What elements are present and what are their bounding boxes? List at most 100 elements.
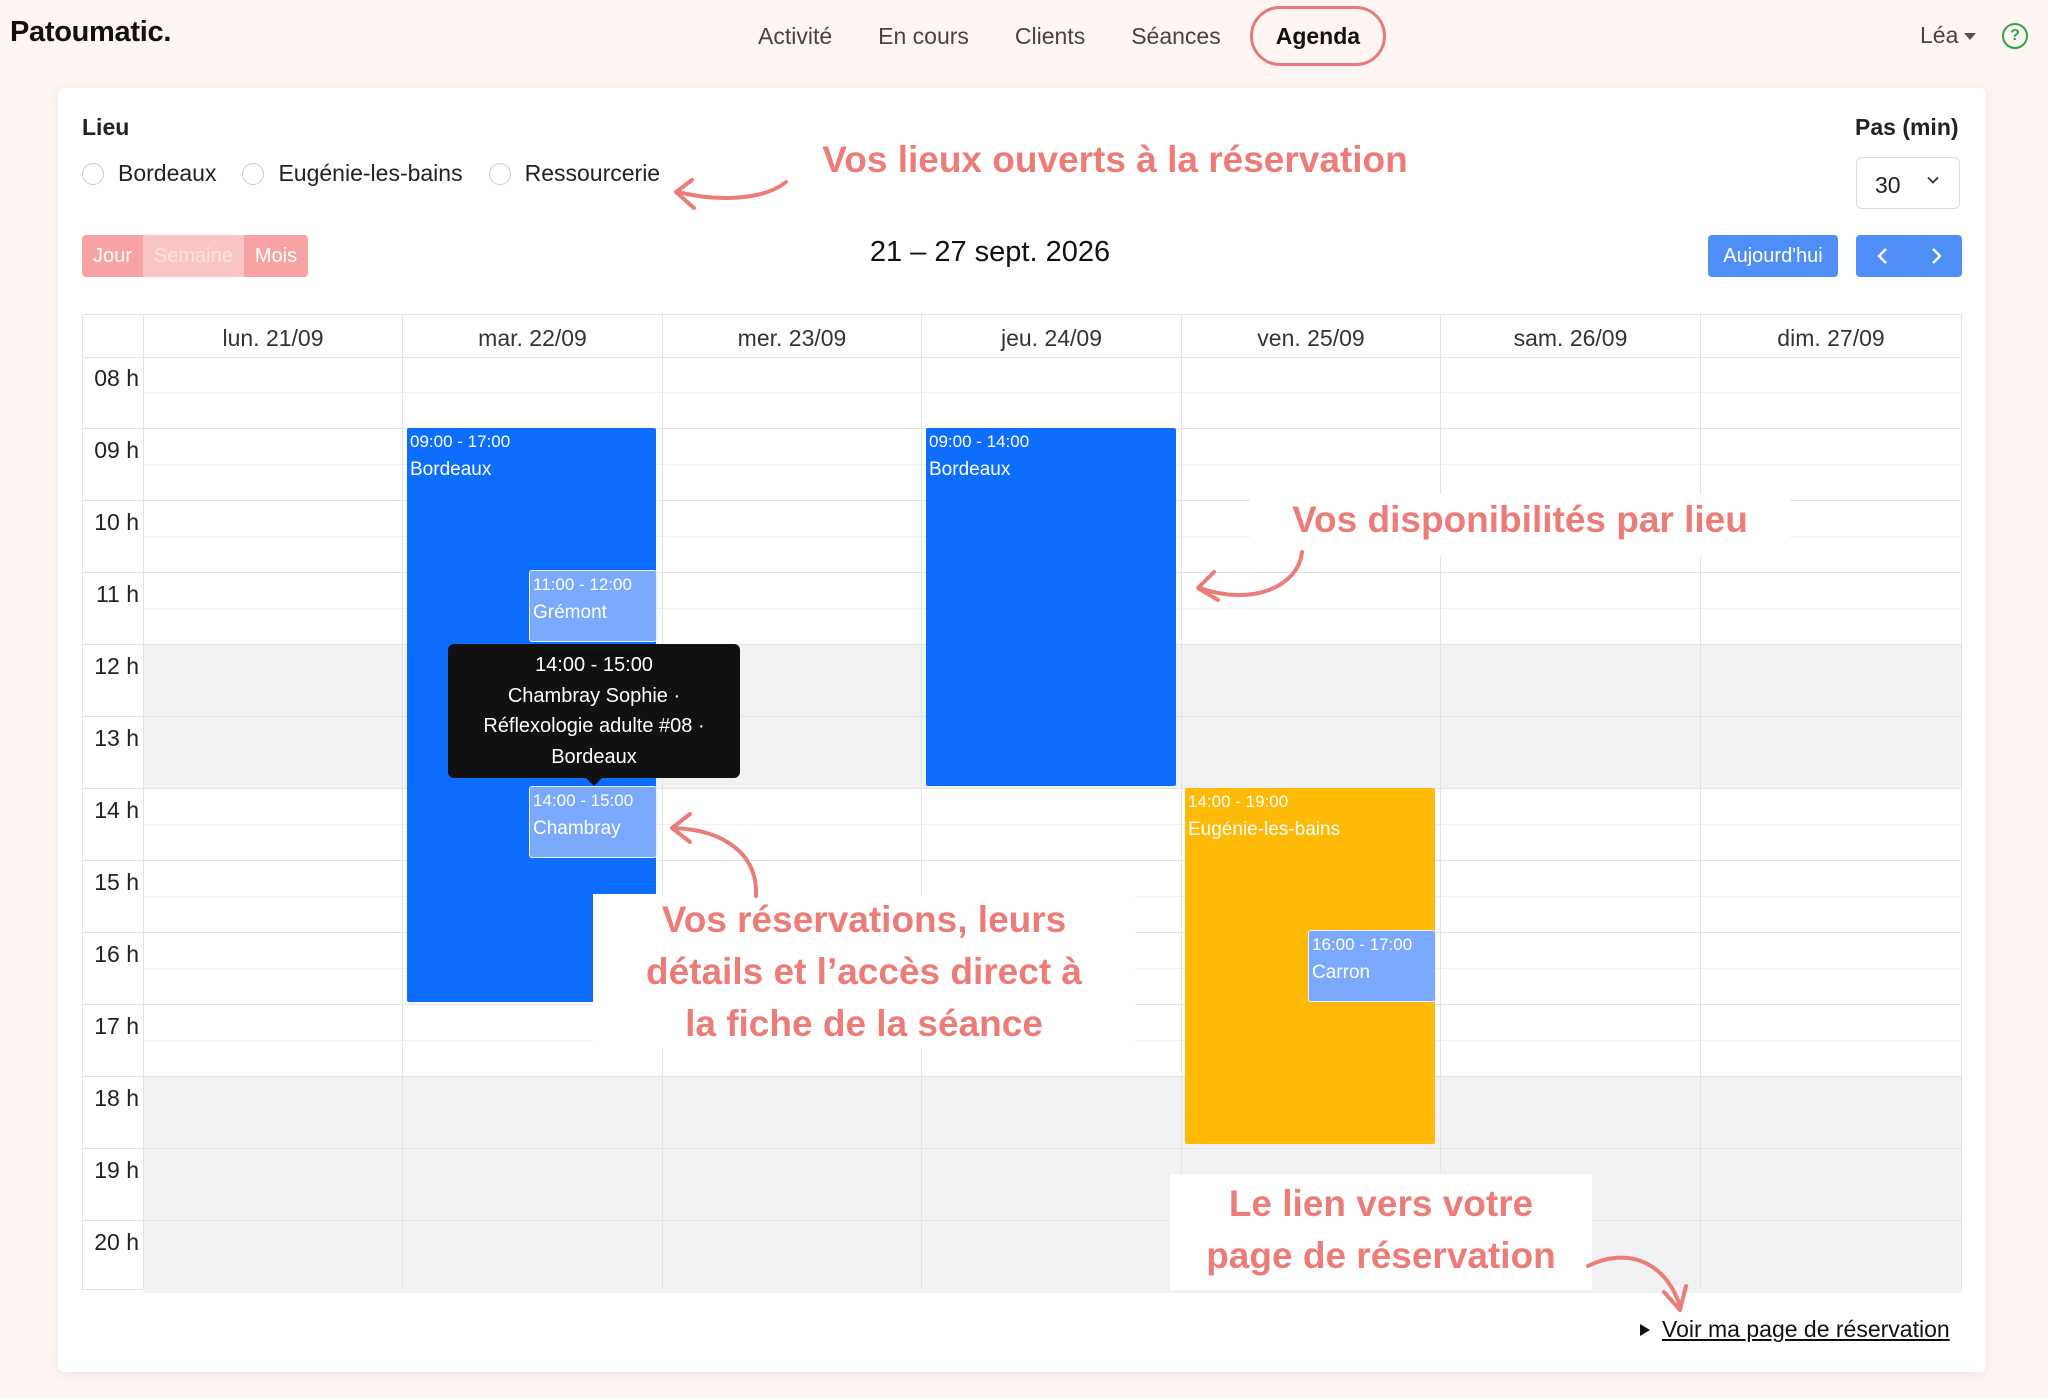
view-day-button[interactable]: Jour xyxy=(82,235,143,277)
brand-logo[interactable]: Patoumatic. xyxy=(10,16,171,49)
annotation-line: page de réservation xyxy=(1206,1235,1556,1276)
view-week-button[interactable]: Semaine xyxy=(142,235,244,277)
nav-clients[interactable]: Clients xyxy=(992,6,1108,66)
annotation-line: la fiche de la séance xyxy=(685,1003,1043,1044)
next-week-button[interactable] xyxy=(1909,235,1962,277)
view-switcher: Jour Semaine Mois xyxy=(82,235,309,277)
chevron-down-icon xyxy=(1927,176,1939,184)
day-header-wed: mer. 23/09 xyxy=(662,315,921,357)
day-header-tue: mar. 22/09 xyxy=(402,315,662,357)
hour-label: 17 h xyxy=(94,1013,139,1039)
annotation-line: Vos réservations, leurs xyxy=(661,899,1067,940)
place-option-ressourcerie[interactable]: Ressourcerie xyxy=(488,160,661,187)
day-header-sat: sam. 26/09 xyxy=(1440,315,1700,357)
radio-button[interactable] xyxy=(82,162,104,185)
main-nav: Activité En cours Clients Séances Agenda xyxy=(735,0,1387,72)
place-option-eugenie[interactable]: Eugénie-les-bains xyxy=(242,160,463,187)
event-time: 14:00 - 15:00 xyxy=(533,791,634,810)
place-option-bordeaux[interactable]: Bordeaux xyxy=(82,160,216,187)
hour-label: 16 h xyxy=(94,941,139,967)
place-label: Eugénie-les-bains xyxy=(278,160,463,186)
tooltip-arrow xyxy=(586,778,602,786)
hour-label: 13 h xyxy=(94,725,139,751)
annotation-availability: Vos disponibilités par lieu xyxy=(1250,494,1790,556)
availability-event[interactable]: 09:00 - 14:00 Bordeaux xyxy=(926,428,1176,786)
day-header-sun: dim. 27/09 xyxy=(1700,315,1961,357)
annotation-bookings: Vos réservations, leurs détails et l’acc… xyxy=(593,894,1135,1050)
event-time: 09:00 - 17:00 xyxy=(410,432,511,451)
view-month-button[interactable]: Mois xyxy=(243,235,309,277)
calendar-header: lun. 21/09 mar. 22/09 mer. 23/09 jeu. 24… xyxy=(83,315,1961,358)
user-name: Léa xyxy=(1920,22,1959,48)
annotation-link: Le lien vers votre page de réservation xyxy=(1170,1174,1592,1290)
place-label: Bordeaux xyxy=(118,160,217,186)
column-divider xyxy=(1181,315,1182,1289)
annotation-arrow-icon xyxy=(670,812,759,898)
today-button[interactable]: Aujourd'hui xyxy=(1708,235,1838,277)
event-time: 14:00 - 19:00 xyxy=(1188,792,1289,811)
booking-event[interactable]: 16:00 - 17:00 Carron xyxy=(1308,930,1436,1002)
step-label: Pas (min) xyxy=(1855,114,1959,140)
help-icon[interactable]: ? xyxy=(2002,23,2028,49)
previous-week-button[interactable] xyxy=(1856,235,1909,277)
nav-seances[interactable]: Séances xyxy=(1108,6,1244,66)
nav-en-cours[interactable]: En cours xyxy=(855,6,992,66)
column-divider xyxy=(402,315,403,1289)
hour-row: 08 h xyxy=(83,357,1961,429)
annotation-line: détails et l’accès direct à xyxy=(645,951,1082,992)
step-select[interactable]: 30 xyxy=(1856,157,1960,209)
user-menu[interactable]: Léa xyxy=(1920,22,1977,49)
event-place: Bordeaux xyxy=(929,459,1011,480)
event-time: 09:00 - 14:00 xyxy=(929,432,1030,451)
hour-row: 19 h xyxy=(83,1149,1961,1221)
disclosure-triangle-icon xyxy=(1640,1323,1650,1336)
radio-button[interactable] xyxy=(488,162,511,185)
annotation-line: Le lien vers votre xyxy=(1228,1183,1534,1224)
booking-page-link-text: Voir ma page de réservation xyxy=(1662,1316,1950,1342)
radio-button[interactable] xyxy=(242,162,265,185)
day-header-fri: ven. 25/09 xyxy=(1181,315,1440,357)
column-divider xyxy=(143,315,144,1289)
nav-activite[interactable]: Activité xyxy=(735,6,855,66)
hour-row: 14 h xyxy=(83,789,1961,861)
hour-label: 19 h xyxy=(94,1157,139,1183)
event-time: 16:00 - 17:00 xyxy=(1312,935,1413,954)
hour-label: 12 h xyxy=(94,653,139,679)
tooltip-session: Réflexologie adulte #08 · xyxy=(483,715,705,737)
event-client: Chambray xyxy=(533,818,621,839)
place-radio-group: Bordeaux Eugénie-les-bains Ressourcerie xyxy=(82,160,686,187)
nav-agenda[interactable]: Agenda xyxy=(1249,6,1387,66)
booking-event[interactable]: 14:00 - 15:00 Chambray xyxy=(529,786,657,858)
top-bar: Patoumatic. Activité En cours Clients Sé… xyxy=(0,0,2048,72)
hour-label: 09 h xyxy=(94,437,139,463)
booking-page-link[interactable]: Voir ma page de réservation xyxy=(1640,1316,1950,1343)
day-header-mon: lun. 21/09 xyxy=(143,315,402,357)
day-header-thu: jeu. 24/09 xyxy=(921,315,1181,357)
chevron-left-icon xyxy=(1876,248,1887,264)
hour-label: 18 h xyxy=(94,1085,139,1111)
step-value: 30 xyxy=(1875,172,1901,198)
tooltip-client: Chambray Sophie · xyxy=(507,684,681,707)
hour-row: 18 h xyxy=(83,1077,1961,1149)
date-range-title: 21 – 27 sept. 2026 xyxy=(869,236,1111,268)
event-client: Grémont xyxy=(533,602,607,623)
week-navigation xyxy=(1856,235,1962,277)
booking-tooltip: 14:00 - 15:00 Chambray Sophie · Réflexol… xyxy=(448,644,740,786)
booking-event[interactable]: 11:00 - 12:00 Grémont xyxy=(529,570,657,642)
event-time: 11:00 - 12:00 xyxy=(533,575,632,594)
annotation-places: Vos lieux ouverts à la réservation xyxy=(822,139,1408,180)
lieu-label: Lieu xyxy=(82,114,130,140)
event-place: Bordeaux xyxy=(410,459,492,480)
hour-label: 14 h xyxy=(94,797,139,823)
chevron-right-icon xyxy=(1931,248,1942,264)
event-place: Eugénie-les-bains xyxy=(1188,819,1341,840)
place-label: Ressourcerie xyxy=(524,160,661,186)
column-divider xyxy=(662,315,663,1289)
caret-down-icon xyxy=(1964,33,1977,41)
column-divider xyxy=(921,315,922,1289)
tooltip-time: 14:00 - 15:00 xyxy=(535,654,653,676)
hour-label: 10 h xyxy=(94,509,139,535)
hour-label: 11 h xyxy=(95,581,139,607)
annotation-arrow-icon xyxy=(1196,550,1304,602)
hour-label: 20 h xyxy=(94,1229,139,1255)
